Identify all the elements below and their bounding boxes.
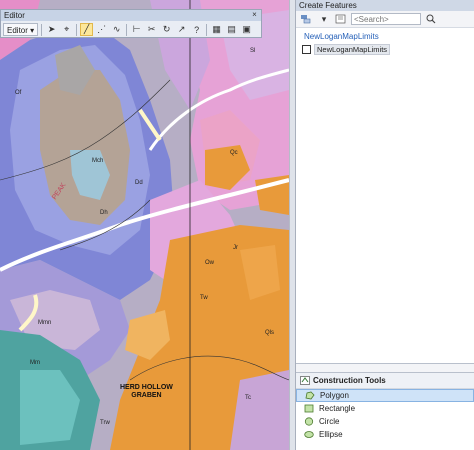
polygon-swatch-icon — [302, 45, 311, 54]
construction-tools-section: Construction Tools Polygon Rectangle Cir… — [296, 372, 474, 450]
geologic-map-view[interactable]: PEAK HERD HOLLOW GRABEN Mm Mmn Dh Ow Qc … — [0, 0, 289, 450]
vertex-icon[interactable]: ⋰ — [95, 23, 108, 36]
template-list[interactable]: NewLoganMapLimits NewLoganMapLimits — [296, 28, 474, 364]
editor-menu-button[interactable]: Editor ▾ — [3, 23, 39, 36]
ellipse-icon — [304, 430, 314, 439]
construction-tools-title: Construction Tools — [313, 376, 386, 385]
construction-tool-circle[interactable]: Circle — [296, 415, 474, 428]
cut-polygon-icon[interactable]: ✂ — [145, 23, 158, 36]
editor-toolbar: Editor × Editor ▾ ➤ ⌖ ╱ ⋰ ∿ ⊢ ✂ ↻ ↗ ? ▦ … — [0, 9, 262, 38]
organize-templates-icon[interactable] — [300, 13, 314, 26]
edit-annotation-icon[interactable]: ⌖ — [60, 23, 73, 36]
reshape-icon[interactable]: ↗ — [175, 23, 188, 36]
help-icon[interactable]: ? — [190, 23, 203, 36]
template-item-label: NewLoganMapLimits — [314, 44, 391, 55]
sketch-properties-icon[interactable]: ▤ — [225, 23, 238, 36]
edit-tool-icon[interactable]: ➤ — [45, 23, 58, 36]
construction-tool-label: Polygon — [320, 391, 349, 400]
create-features-icon[interactable]: ▣ — [240, 23, 253, 36]
close-icon[interactable]: × — [250, 11, 259, 19]
circle-icon — [304, 417, 314, 426]
rectangle-icon — [304, 404, 314, 413]
toolbar-divider — [126, 23, 128, 36]
straight-segment-icon[interactable]: ╱ — [80, 23, 94, 36]
template-item[interactable]: NewLoganMapLimits — [302, 44, 474, 55]
construction-tool-rectangle[interactable]: Rectangle — [296, 402, 474, 415]
trace-icon[interactable]: ∿ — [110, 23, 123, 36]
construction-tool-label: Circle — [319, 417, 340, 426]
construction-tool-polygon[interactable]: Polygon — [296, 389, 474, 402]
toolbar-divider — [41, 23, 43, 36]
construction-tools-header[interactable]: Construction Tools — [296, 373, 474, 389]
geologic-map-canvas[interactable] — [0, 0, 289, 450]
toolbar-divider — [76, 23, 78, 36]
arcmap-window: PEAK HERD HOLLOW GRABEN Mm Mmn Dh Ow Qc … — [0, 0, 474, 450]
toolbar-divider — [206, 23, 208, 36]
editor-toolbar-title: Editor — [1, 10, 261, 21]
attributes-icon[interactable]: ▦ — [210, 23, 223, 36]
split-icon[interactable]: ⊢ — [130, 23, 143, 36]
editor-tool-row: Editor ▾ ➤ ⌖ ╱ ⋰ ∿ ⊢ ✂ ↻ ↗ ? ▦ ▤ ▣ — [1, 21, 261, 38]
create-features-toolbar: ▾ — [296, 11, 474, 28]
construction-tool-ellipse[interactable]: Ellipse — [296, 428, 474, 441]
template-properties-icon[interactable] — [334, 13, 348, 26]
create-features-title: Create Features — [296, 0, 474, 11]
chevron-down-icon[interactable]: ▾ — [317, 13, 331, 26]
construction-tool-label: Rectangle — [319, 404, 356, 413]
template-group-header: NewLoganMapLimits — [304, 32, 379, 41]
search-icon[interactable] — [424, 13, 438, 26]
graben-map-label: HERD HOLLOW GRABEN — [120, 384, 173, 399]
polygon-icon — [305, 391, 315, 400]
create-features-panel: Create Features ▾ NewLoganMapLimits NewL… — [295, 0, 474, 450]
construction-tools-icon — [300, 376, 310, 385]
construction-tool-label: Ellipse — [319, 430, 343, 439]
rotate-icon[interactable]: ↻ — [160, 23, 173, 36]
search-input[interactable] — [351, 13, 421, 25]
